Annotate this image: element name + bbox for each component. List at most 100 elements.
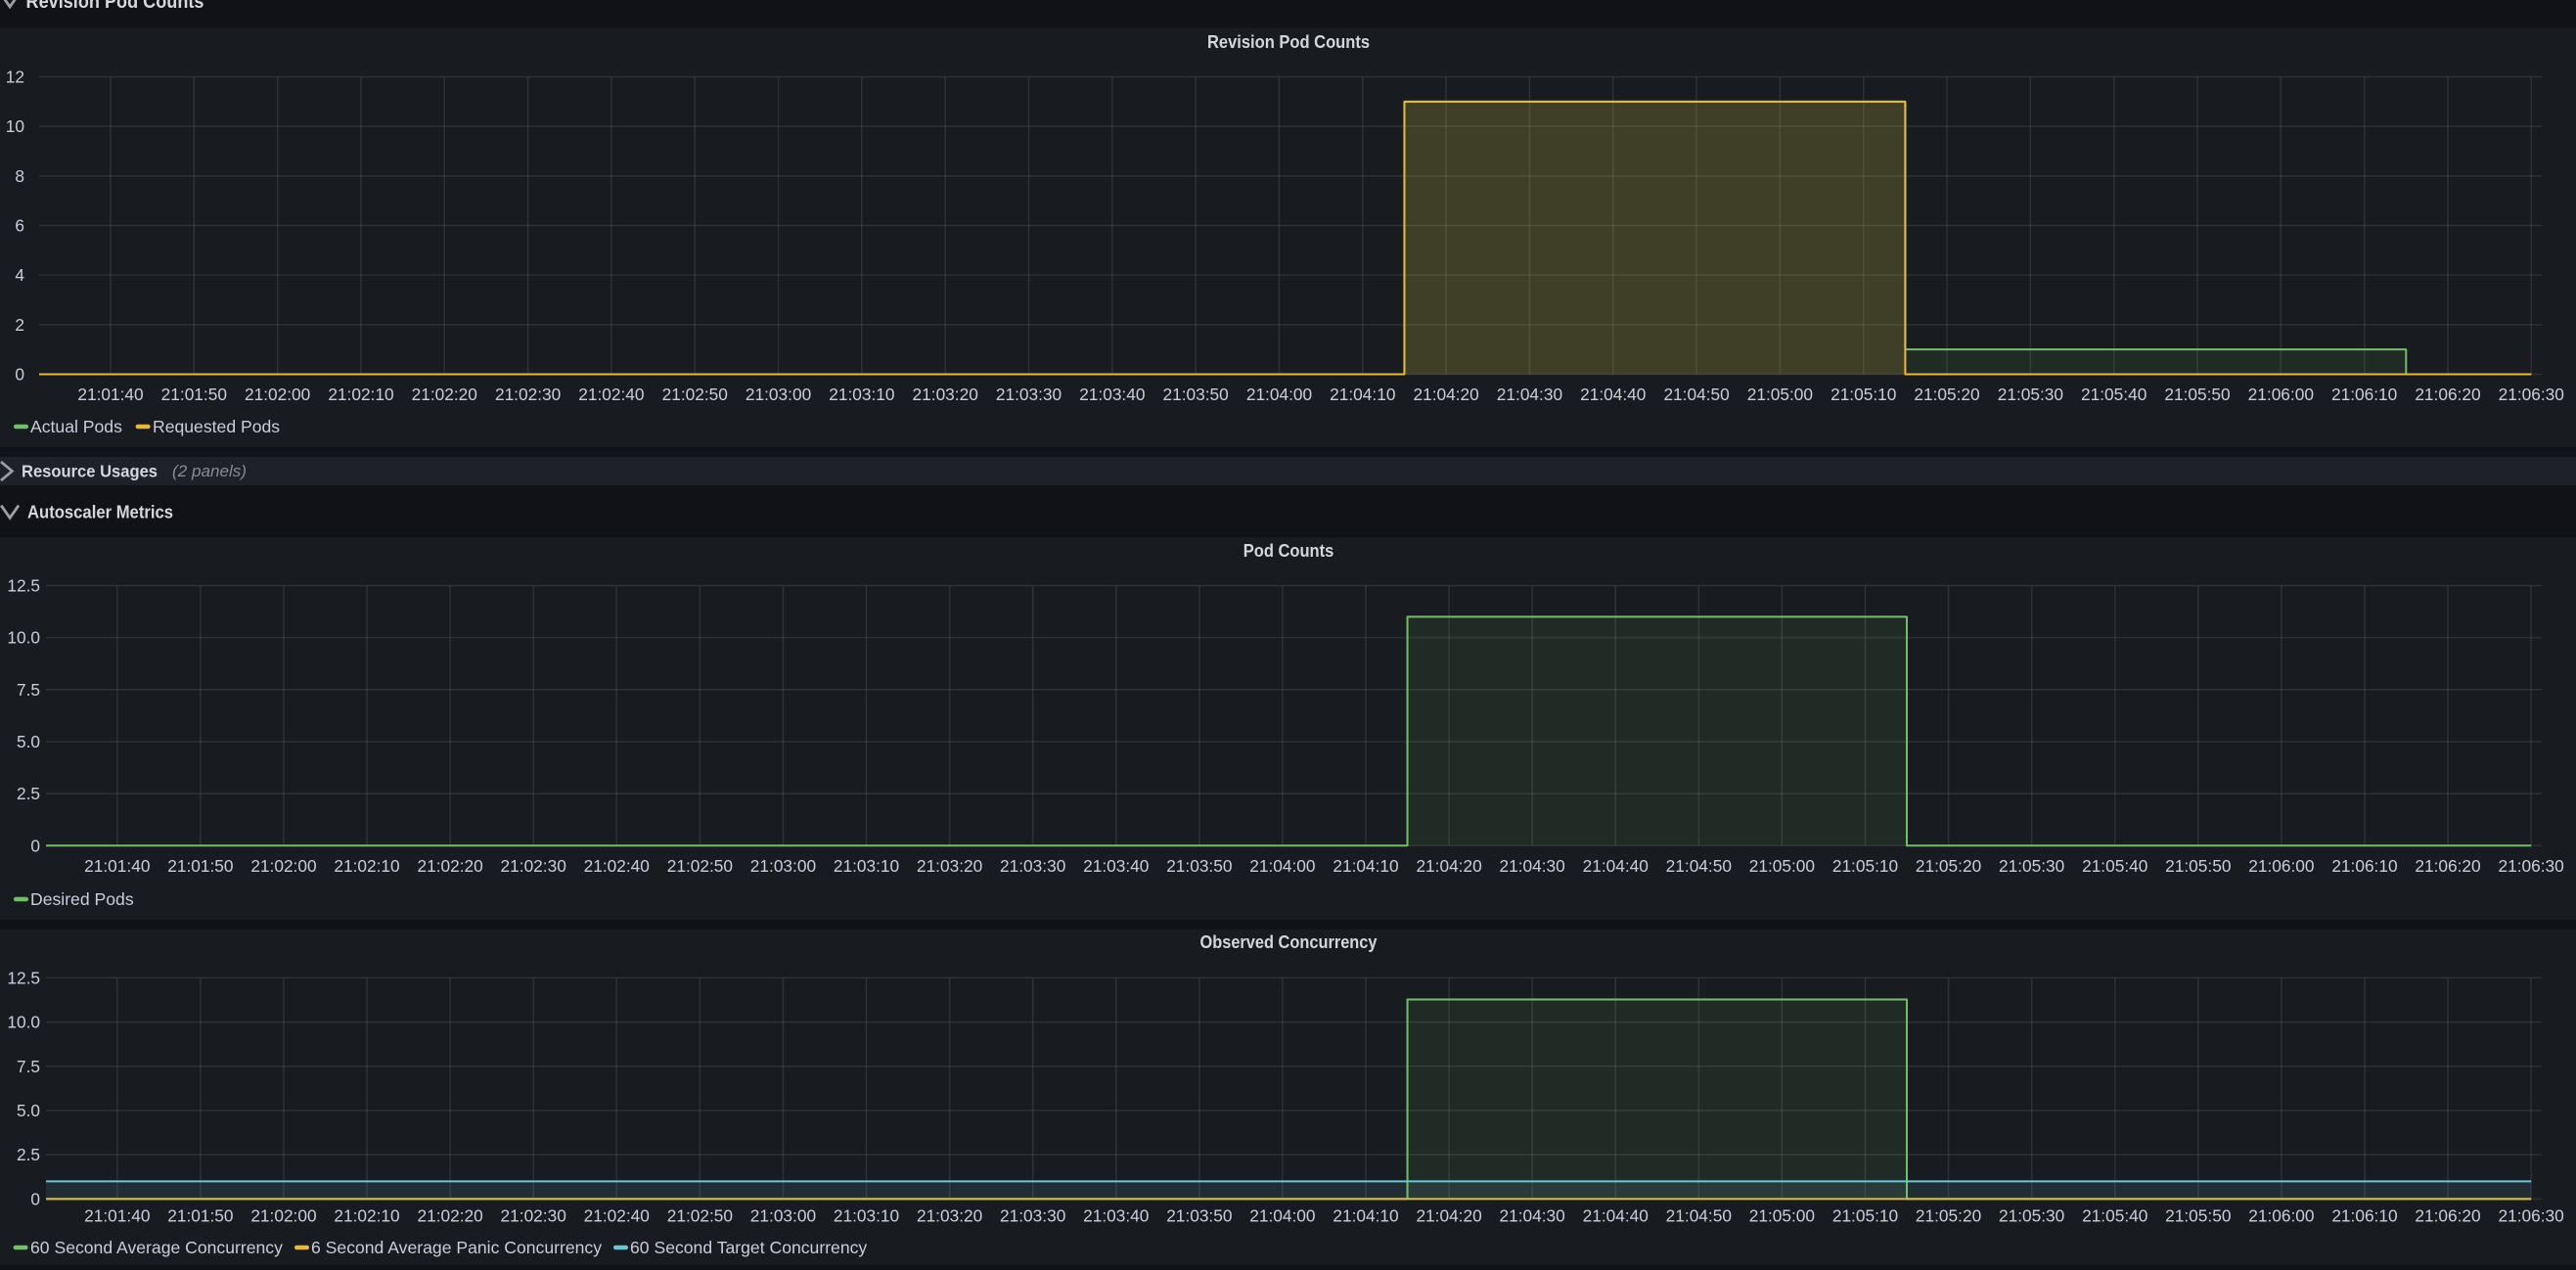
svg-text:21:03:40: 21:03:40 xyxy=(1083,1206,1149,1226)
svg-text:60 Second Average Concurrency: 60 Second Average Concurrency xyxy=(30,1238,283,1257)
svg-text:21:03:20: 21:03:20 xyxy=(917,1206,982,1226)
svg-text:21:01:40: 21:01:40 xyxy=(84,856,150,876)
svg-text:21:02:20: 21:02:20 xyxy=(417,1206,482,1226)
svg-text:21:03:20: 21:03:20 xyxy=(913,385,978,404)
svg-text:12: 12 xyxy=(6,68,24,87)
svg-text:21:05:10: 21:05:10 xyxy=(1832,856,1898,876)
svg-text:21:06:10: 21:06:10 xyxy=(2331,385,2397,404)
svg-text:Autoscaler Metrics: Autoscaler Metrics xyxy=(27,503,173,522)
svg-text:21:04:10: 21:04:10 xyxy=(1333,856,1398,876)
svg-text:21:05:00: 21:05:00 xyxy=(1749,856,1815,876)
svg-text:21:03:40: 21:03:40 xyxy=(1079,385,1145,404)
svg-text:21:04:00: 21:04:00 xyxy=(1249,856,1315,876)
svg-text:21:04:30: 21:04:30 xyxy=(1497,385,1562,404)
svg-text:21:02:40: 21:02:40 xyxy=(584,1206,650,1226)
svg-text:21:06:30: 21:06:30 xyxy=(2498,1206,2563,1226)
svg-text:21:05:40: 21:05:40 xyxy=(2082,1206,2147,1226)
svg-text:12.5: 12.5 xyxy=(7,968,40,987)
svg-text:21:05:20: 21:05:20 xyxy=(1914,385,1979,404)
svg-text:21:04:20: 21:04:20 xyxy=(1413,385,1478,404)
svg-text:0: 0 xyxy=(30,836,40,855)
svg-text:21:02:20: 21:02:20 xyxy=(417,856,482,876)
svg-text:21:06:10: 21:06:10 xyxy=(2331,1206,2397,1226)
svg-text:21:03:30: 21:03:30 xyxy=(1000,1206,1065,1226)
svg-text:21:06:00: 21:06:00 xyxy=(2248,1206,2314,1226)
svg-text:21:02:50: 21:02:50 xyxy=(667,1206,733,1226)
svg-text:21:02:40: 21:02:40 xyxy=(584,856,650,876)
svg-text:21:02:00: 21:02:00 xyxy=(245,385,310,404)
svg-text:21:02:50: 21:02:50 xyxy=(667,856,733,876)
svg-text:21:04:20: 21:04:20 xyxy=(1416,856,1481,876)
svg-text:21:04:20: 21:04:20 xyxy=(1416,1206,1481,1226)
svg-text:21:05:00: 21:05:00 xyxy=(1747,385,1813,404)
svg-text:21:05:50: 21:05:50 xyxy=(2164,385,2230,404)
svg-text:21:03:10: 21:03:10 xyxy=(829,385,894,404)
svg-text:21:05:20: 21:05:20 xyxy=(1916,1206,1981,1226)
svg-text:21:04:10: 21:04:10 xyxy=(1333,1206,1398,1226)
svg-text:21:05:30: 21:05:30 xyxy=(1998,385,2063,404)
svg-text:Actual Pods: Actual Pods xyxy=(30,417,122,436)
svg-text:21:02:10: 21:02:10 xyxy=(328,385,393,404)
svg-text:2.5: 2.5 xyxy=(17,784,40,803)
svg-text:21:03:30: 21:03:30 xyxy=(1000,856,1065,876)
svg-text:21:04:30: 21:04:30 xyxy=(1500,856,1565,876)
svg-text:10.0: 10.0 xyxy=(7,1013,40,1032)
svg-text:21:05:10: 21:05:10 xyxy=(1832,1206,1898,1226)
svg-text:21:03:40: 21:03:40 xyxy=(1083,856,1149,876)
svg-text:21:06:20: 21:06:20 xyxy=(2415,385,2480,404)
svg-text:21:06:10: 21:06:10 xyxy=(2331,856,2397,876)
svg-text:7.5: 7.5 xyxy=(17,1057,40,1076)
svg-text:21:04:40: 21:04:40 xyxy=(1580,385,1646,404)
svg-text:21:04:00: 21:04:00 xyxy=(1249,1206,1315,1226)
svg-text:21:06:20: 21:06:20 xyxy=(2415,856,2480,876)
svg-text:21:02:10: 21:02:10 xyxy=(334,856,399,876)
svg-text:21:04:40: 21:04:40 xyxy=(1583,856,1649,876)
svg-text:10: 10 xyxy=(6,116,24,136)
svg-text:Pod Counts: Pod Counts xyxy=(1243,541,1334,561)
svg-text:Revision Pod Counts: Revision Pod Counts xyxy=(26,0,204,13)
svg-text:21:04:30: 21:04:30 xyxy=(1500,1206,1565,1226)
svg-text:21:06:00: 21:06:00 xyxy=(2248,856,2314,876)
svg-text:21:05:40: 21:05:40 xyxy=(2082,856,2147,876)
svg-text:21:03:00: 21:03:00 xyxy=(750,856,816,876)
svg-text:21:02:30: 21:02:30 xyxy=(495,385,561,404)
svg-text:21:03:00: 21:03:00 xyxy=(750,1206,816,1226)
svg-text:21:01:40: 21:01:40 xyxy=(77,385,143,404)
svg-text:5.0: 5.0 xyxy=(17,1101,40,1120)
svg-text:7.5: 7.5 xyxy=(17,680,40,700)
svg-text:21:04:50: 21:04:50 xyxy=(1666,856,1732,876)
svg-text:21:02:20: 21:02:20 xyxy=(412,385,477,404)
svg-text:5.0: 5.0 xyxy=(17,732,40,751)
svg-text:Resource Usages: Resource Usages xyxy=(22,462,158,481)
svg-text:21:05:30: 21:05:30 xyxy=(1999,856,2064,876)
svg-text:21:06:30: 21:06:30 xyxy=(2499,385,2564,404)
svg-text:21:03:50: 21:03:50 xyxy=(1163,385,1229,404)
svg-text:21:05:00: 21:05:00 xyxy=(1749,1206,1815,1226)
svg-text:21:04:50: 21:04:50 xyxy=(1666,1206,1732,1226)
svg-text:21:03:20: 21:03:20 xyxy=(917,856,982,876)
svg-text:21:05:10: 21:05:10 xyxy=(1830,385,1896,404)
svg-text:60 Second Target Concurrency: 60 Second Target Concurrency xyxy=(630,1238,867,1257)
svg-text:21:03:50: 21:03:50 xyxy=(1166,856,1232,876)
svg-text:10.0: 10.0 xyxy=(7,628,40,648)
svg-text:21:04:00: 21:04:00 xyxy=(1246,385,1312,404)
svg-text:21:05:50: 21:05:50 xyxy=(2165,1206,2231,1226)
svg-text:21:02:00: 21:02:00 xyxy=(250,856,316,876)
svg-text:4: 4 xyxy=(15,265,24,285)
svg-text:21:06:00: 21:06:00 xyxy=(2248,385,2314,404)
svg-text:21:05:40: 21:05:40 xyxy=(2081,385,2147,404)
svg-text:21:06:20: 21:06:20 xyxy=(2415,1206,2480,1226)
svg-text:21:02:30: 21:02:30 xyxy=(501,856,566,876)
svg-text:21:04:10: 21:04:10 xyxy=(1330,385,1395,404)
svg-text:0: 0 xyxy=(15,365,24,385)
svg-text:21:02:10: 21:02:10 xyxy=(334,1206,399,1226)
svg-text:21:05:50: 21:05:50 xyxy=(2165,856,2231,876)
svg-text:21:02:40: 21:02:40 xyxy=(578,385,644,404)
svg-text:21:01:50: 21:01:50 xyxy=(167,1206,233,1226)
svg-text:21:04:50: 21:04:50 xyxy=(1663,385,1729,404)
svg-text:6 Second Average Panic Concurr: 6 Second Average Panic Concurrency xyxy=(311,1238,602,1257)
svg-text:(2 panels): (2 panels) xyxy=(172,462,247,480)
svg-text:21:04:40: 21:04:40 xyxy=(1583,1206,1649,1226)
svg-text:21:02:00: 21:02:00 xyxy=(250,1206,316,1226)
svg-text:21:06:30: 21:06:30 xyxy=(2498,856,2563,876)
